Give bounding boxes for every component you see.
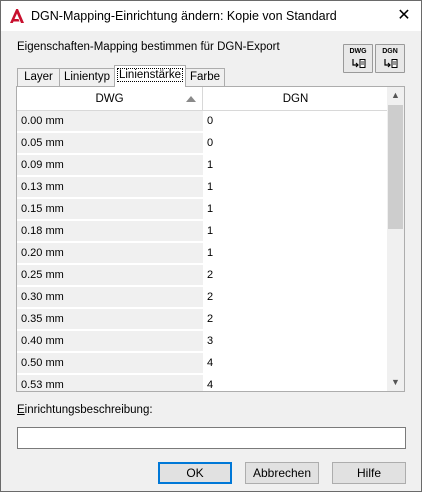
table-row[interactable]: 0.25 mm 2: [17, 265, 388, 287]
dgn-cell[interactable]: 0: [203, 133, 388, 154]
dgn-cell[interactable]: 4: [203, 353, 388, 374]
dgn-cell[interactable]: 0: [203, 111, 388, 132]
dgn-cell[interactable]: 3: [203, 331, 388, 352]
dwg-cell: 0.25 mm: [17, 265, 203, 286]
autocad-app-icon: [9, 8, 25, 24]
tab-farbe[interactable]: Farbe: [185, 68, 225, 86]
dwg-cell: 0.09 mm: [17, 155, 203, 176]
map-dgn-label: DGN: [382, 48, 398, 55]
table-row[interactable]: 0.30 mm 2: [17, 287, 388, 309]
vertical-scrollbar[interactable]: ▲ ▼: [387, 87, 404, 391]
table-row[interactable]: 0.15 mm 1: [17, 199, 388, 221]
description-input[interactable]: [17, 427, 406, 449]
tab-linienstaerke[interactable]: Linienstärke: [114, 65, 186, 87]
scrollbar-thumb[interactable]: [388, 105, 403, 229]
close-icon: ✕: [397, 7, 411, 24]
dwg-cell: 0.35 mm: [17, 309, 203, 330]
tab-linienstaerke-label: Linienstärke: [116, 68, 184, 82]
close-button[interactable]: ✕: [387, 1, 421, 31]
table-row[interactable]: 0.00 mm 0: [17, 111, 388, 133]
sort-ascending-icon: [186, 96, 196, 102]
dwg-cell: 0.53 mm: [17, 375, 203, 391]
cancel-button[interactable]: Abbrechen: [245, 462, 319, 484]
lineweight-mapping-grid: DWG DGN 0.00 mm 0 0.05 mm 0 0.09 mm 1 0.13 …: [16, 86, 405, 392]
map-dgn-icon: [384, 59, 398, 68]
ok-button[interactable]: OK: [158, 462, 232, 484]
tab-farbe-label: Farbe: [189, 71, 221, 83]
column-header-dwg-label: DWG: [95, 93, 124, 105]
tab-layer[interactable]: Layer: [17, 68, 60, 86]
dwg-cell: 0.50 mm: [17, 353, 203, 374]
column-header-dwg[interactable]: DWG: [17, 87, 203, 111]
dgn-cell[interactable]: 1: [203, 221, 388, 242]
dwg-cell: 0.00 mm: [17, 111, 203, 132]
dwg-cell: 0.40 mm: [17, 331, 203, 352]
section-heading: Eigenschaften-Mapping bestimmen für DGN-…: [17, 41, 280, 53]
dwg-cell: 0.20 mm: [17, 243, 203, 264]
tab-layer-label: Layer: [24, 71, 53, 83]
table-row[interactable]: 0.50 mm 4: [17, 353, 388, 375]
dwg-cell: 0.30 mm: [17, 287, 203, 308]
dwg-cell: 0.05 mm: [17, 133, 203, 154]
dgn-cell[interactable]: 2: [203, 287, 388, 308]
scroll-up-arrow-icon[interactable]: ▲: [387, 87, 404, 104]
table-row[interactable]: 0.05 mm 0: [17, 133, 388, 155]
column-header-dgn[interactable]: DGN: [203, 87, 388, 111]
dialog-window: DGN-Mapping-Einrichtung ändern: Kopie vo…: [0, 0, 422, 492]
table-row[interactable]: 0.13 mm 1: [17, 177, 388, 199]
dgn-cell[interactable]: 1: [203, 177, 388, 198]
help-button[interactable]: Hilfe: [332, 462, 406, 484]
title-bar[interactable]: DGN-Mapping-Einrichtung ändern: Kopie vo…: [1, 1, 421, 31]
map-dwg-button[interactable]: DWG: [343, 44, 373, 73]
dgn-cell[interactable]: 1: [203, 243, 388, 264]
table-row[interactable]: 0.40 mm 3: [17, 331, 388, 353]
description-label-rest: inrichtungsbeschreibung:: [24, 404, 153, 416]
dwg-cell: 0.13 mm: [17, 177, 203, 198]
grid-rows: 0.00 mm 0 0.05 mm 0 0.09 mm 1 0.13 mm 1 0.15…: [17, 111, 388, 391]
dwg-cell: 0.15 mm: [17, 199, 203, 220]
table-row[interactable]: 0.09 mm 1: [17, 155, 388, 177]
dgn-cell[interactable]: 1: [203, 155, 388, 176]
dwg-cell: 0.18 mm: [17, 221, 203, 242]
scroll-down-arrow-icon[interactable]: ▼: [387, 374, 404, 391]
dgn-cell[interactable]: 2: [203, 265, 388, 286]
map-dwg-icon: [352, 59, 366, 68]
description-label-mnemonic: E: [17, 404, 25, 416]
description-label: Einrichtungsbeschreibung:: [17, 404, 153, 416]
tab-linientyp[interactable]: Linientyp: [59, 68, 115, 86]
dgn-cell[interactable]: 1: [203, 199, 388, 220]
column-header-dgn-label: DGN: [282, 93, 309, 105]
dgn-cell[interactable]: 2: [203, 309, 388, 330]
table-row[interactable]: 0.18 mm 1: [17, 221, 388, 243]
window-title: DGN-Mapping-Einrichtung ändern: Kopie vo…: [31, 9, 337, 23]
table-row[interactable]: 0.53 mm 4: [17, 375, 388, 391]
map-dwg-label: DWG: [349, 48, 367, 55]
map-dgn-button[interactable]: DGN: [375, 44, 405, 73]
table-row[interactable]: 0.20 mm 1: [17, 243, 388, 265]
table-row[interactable]: 0.35 mm 2: [17, 309, 388, 331]
tab-linientyp-label: Linientyp: [63, 71, 111, 83]
dgn-cell[interactable]: 4: [203, 375, 388, 391]
